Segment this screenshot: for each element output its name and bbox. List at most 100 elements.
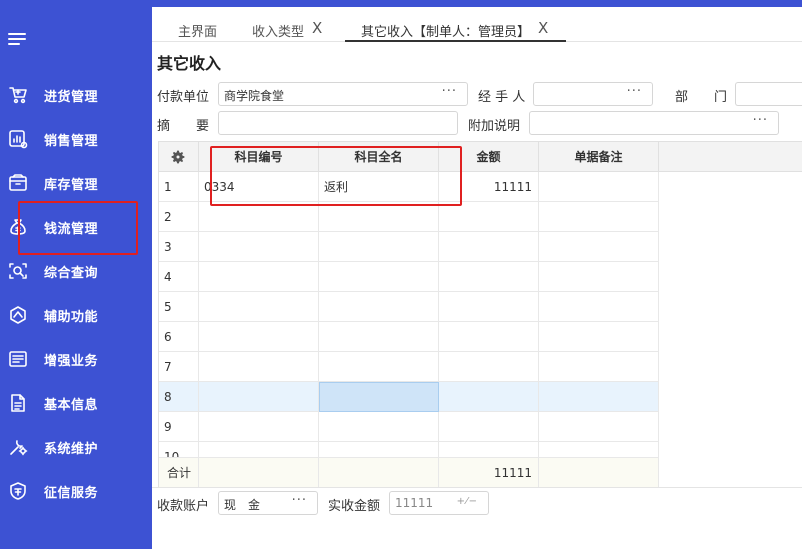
header-account-name[interactable]: 科目全名 <box>319 142 439 172</box>
tab-close-icon[interactable]: X <box>538 21 548 36</box>
cell-remark[interactable] <box>539 412 659 442</box>
sidebar-item-query[interactable]: 综合查询 <box>0 249 152 293</box>
tab-income-type[interactable]: 收入类型 X <box>252 21 322 42</box>
inventory-box-icon <box>8 173 28 193</box>
cell-amount[interactable] <box>439 202 539 232</box>
picker-ellipsis-icon[interactable]: ··· <box>292 493 307 508</box>
cell-remark[interactable] <box>539 352 659 382</box>
cell-amount[interactable] <box>439 412 539 442</box>
cell-account-name[interactable] <box>319 262 439 292</box>
header-remark[interactable]: 单据备注 <box>539 142 659 172</box>
handler-field[interactable]: ··· <box>533 82 653 106</box>
table-row[interactable]: 7 <box>159 352 659 382</box>
detail-grid: 科目编号 科目全名 金额 单据备注 10334返利1111123456789 10… <box>158 141 802 487</box>
sidebar-item-assist[interactable]: 辅助功能 <box>0 293 152 337</box>
account-label: 收款账户 <box>157 499 210 514</box>
cell-remark[interactable] <box>539 322 659 352</box>
table-row[interactable]: 4 <box>159 262 659 292</box>
table-row[interactable]: 8 <box>159 382 659 412</box>
money-bag-icon <box>8 217 28 237</box>
received-value: 11111 <box>395 496 434 510</box>
cell-amount[interactable] <box>439 352 539 382</box>
cell-amount[interactable]: 11111 <box>439 172 539 202</box>
sidebar-item-credit[interactable]: 征信服务 <box>0 469 152 513</box>
cell-remark[interactable] <box>539 202 659 232</box>
table-row[interactable]: 2 <box>159 202 659 232</box>
sidebar-nav: 进货管理 销售管理 库存管理 钱流管理 综合查询 辅助功能 增强业务 基本信息 … <box>0 73 152 513</box>
note-field[interactable]: ··· <box>529 111 779 135</box>
sidebar-item-maintenance[interactable]: 系统维护 <box>0 425 152 469</box>
cell-account-code[interactable] <box>199 382 319 412</box>
cell-amount[interactable] <box>439 262 539 292</box>
table-row[interactable]: 1 0334 返利 11111 <box>159 172 659 202</box>
cell-amount[interactable] <box>439 322 539 352</box>
cell-remark[interactable] <box>539 172 659 202</box>
tab-other-income[interactable]: 其它收入【制单人：管理员】 X <box>344 21 567 42</box>
row-number: 1 <box>159 172 199 202</box>
picker-ellipsis-icon[interactable]: ··· <box>627 84 642 99</box>
cell-account-code[interactable]: 0334 <box>199 172 319 202</box>
row-number: 5 <box>159 292 199 322</box>
cell-remark[interactable] <box>539 232 659 262</box>
sidebar-item-inventory[interactable]: 库存管理 <box>0 161 152 205</box>
cell-account-name[interactable]: 返利 <box>319 172 439 202</box>
account-field[interactable]: 现 金 ··· <box>218 491 318 515</box>
sidebar-item-basic-info[interactable]: 基本信息 <box>0 381 152 425</box>
cell-account-code[interactable] <box>199 202 319 232</box>
summary-field[interactable] <box>218 111 458 135</box>
cell-amount[interactable] <box>439 232 539 262</box>
cell-account-code[interactable] <box>199 412 319 442</box>
grid-settings-cell[interactable] <box>159 142 199 172</box>
cell-account-code[interactable] <box>199 352 319 382</box>
cell-account-name[interactable] <box>319 382 439 412</box>
cell-account-code[interactable] <box>199 292 319 322</box>
credit-shield-icon <box>8 481 28 501</box>
header-amount[interactable]: 金额 <box>439 142 539 172</box>
cell-amount[interactable] <box>439 382 539 412</box>
received-amount-field[interactable]: 11111 +⁄− <box>389 491 489 515</box>
document-icon <box>8 393 28 413</box>
payer-field[interactable]: 商学院食堂 ··· <box>218 82 468 106</box>
cell-account-code[interactable] <box>199 322 319 352</box>
table-row[interactable]: 3 <box>159 232 659 262</box>
cell-remark[interactable] <box>539 292 659 322</box>
cell-account-name[interactable] <box>319 352 439 382</box>
cell-remark[interactable] <box>539 262 659 292</box>
dept-label: 部 门 <box>675 90 728 105</box>
row-number: 7 <box>159 352 199 382</box>
tab-home[interactable]: 主界面 <box>178 21 217 42</box>
app-window: 进货管理 销售管理 库存管理 钱流管理 综合查询 辅助功能 增强业务 基本信息 … <box>0 0 802 549</box>
tab-bar: 主界面 收入类型 X 其它收入【制单人：管理员】 X <box>152 7 802 42</box>
sidebar-item-label: 综合查询 <box>44 266 99 281</box>
gear-icon[interactable] <box>170 149 186 165</box>
payer-value: 商学院食堂 <box>224 89 285 103</box>
tab-label: 收入类型 <box>252 25 305 40</box>
menu-toggle-icon[interactable] <box>8 31 28 47</box>
cell-amount[interactable] <box>439 292 539 322</box>
sidebar-item-enhanced[interactable]: 增强业务 <box>0 337 152 381</box>
enhance-list-icon <box>8 349 28 369</box>
cell-account-name[interactable] <box>319 412 439 442</box>
dept-field[interactable] <box>735 82 802 106</box>
sidebar-item-sales[interactable]: 销售管理 <box>0 117 152 161</box>
cell-account-code[interactable] <box>199 262 319 292</box>
tab-label: 其它收入【制单人：管理员】 <box>361 25 531 40</box>
table-row[interactable]: 9 <box>159 412 659 442</box>
header-account-code[interactable]: 科目编号 <box>199 142 319 172</box>
tab-label: 主界面 <box>178 25 218 40</box>
table-row[interactable]: 5 <box>159 292 659 322</box>
table-row[interactable]: 6 <box>159 322 659 352</box>
cell-remark[interactable] <box>539 382 659 412</box>
calculator-icon[interactable]: +⁄− <box>457 496 478 507</box>
picker-ellipsis-icon[interactable]: ··· <box>753 113 768 128</box>
cell-account-name[interactable] <box>319 202 439 232</box>
picker-ellipsis-icon[interactable]: ··· <box>442 84 457 99</box>
cell-account-name[interactable] <box>319 322 439 352</box>
tab-close-icon[interactable]: X <box>312 21 322 36</box>
cell-account-name[interactable] <box>319 232 439 262</box>
sidebar-item-label: 辅助功能 <box>44 310 99 325</box>
sidebar-item-cashflow[interactable]: 钱流管理 <box>0 205 152 249</box>
cell-account-code[interactable] <box>199 232 319 262</box>
sidebar-item-purchase[interactable]: 进货管理 <box>0 73 152 117</box>
cell-account-name[interactable] <box>319 292 439 322</box>
